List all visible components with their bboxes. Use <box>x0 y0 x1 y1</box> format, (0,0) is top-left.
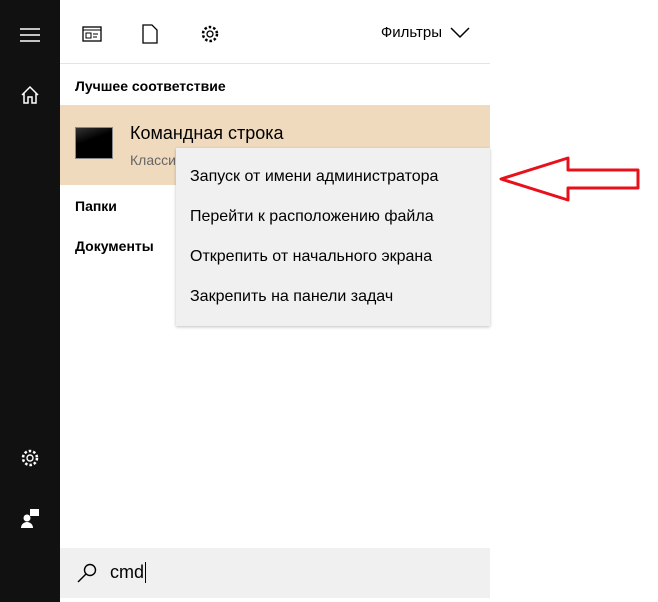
filters-dropdown[interactable]: Фильтры <box>381 24 470 41</box>
menu-item-unpin-from-start[interactable]: Открепить от начального экрана <box>176 237 490 277</box>
menu-item-pin-to-taskbar[interactable]: Закрепить на панели задач <box>176 277 490 317</box>
feedback-icon[interactable] <box>15 503 45 533</box>
context-menu: Запуск от имени администратора Перейти к… <box>176 148 490 326</box>
menu-item-run-as-admin[interactable]: Запуск от имени администратора <box>176 157 490 197</box>
search-toolbar: Фильтры <box>60 0 490 64</box>
settings-icon[interactable] <box>15 443 45 473</box>
documents-filter-icon[interactable] <box>138 22 162 46</box>
search-icon <box>77 563 97 583</box>
command-prompt-icon <box>75 127 113 159</box>
red-arrow-annotation <box>499 156 640 202</box>
menu-item-open-file-location[interactable]: Перейти к расположению файла <box>176 197 490 237</box>
home-icon[interactable] <box>15 80 45 110</box>
search-box[interactable]: cmd <box>60 548 490 598</box>
result-title: Командная строка <box>130 123 284 143</box>
chevron-down-icon <box>450 26 470 38</box>
documents-heading[interactable]: Документы <box>75 238 154 254</box>
folders-heading[interactable]: Папки <box>75 198 117 214</box>
filters-label: Фильтры <box>380 24 442 41</box>
best-match-heading: Лучшее соответствие <box>75 78 226 94</box>
search-input[interactable]: cmd <box>110 562 147 583</box>
hamburger-menu-icon[interactable] <box>15 20 45 50</box>
settings-filter-icon[interactable] <box>198 22 222 46</box>
start-sidebar <box>0 0 60 602</box>
apps-filter-icon[interactable] <box>80 22 104 46</box>
